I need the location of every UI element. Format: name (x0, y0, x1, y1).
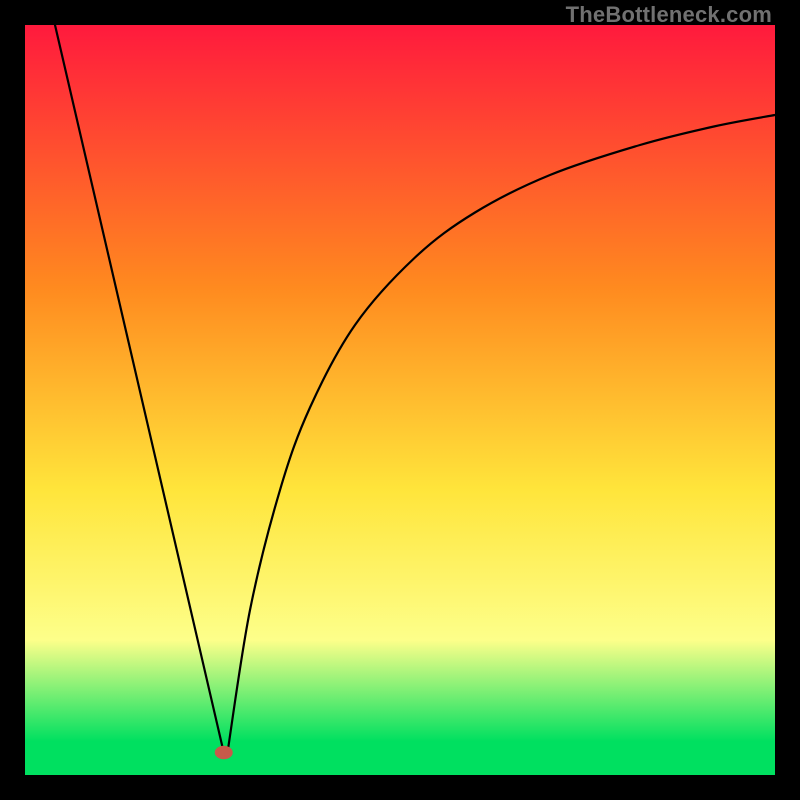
bottleneck-chart (25, 25, 775, 775)
minimum-marker (215, 746, 233, 760)
chart-frame (25, 25, 775, 775)
gradient-background (25, 25, 775, 775)
watermark-text: TheBottleneck.com (566, 2, 772, 28)
